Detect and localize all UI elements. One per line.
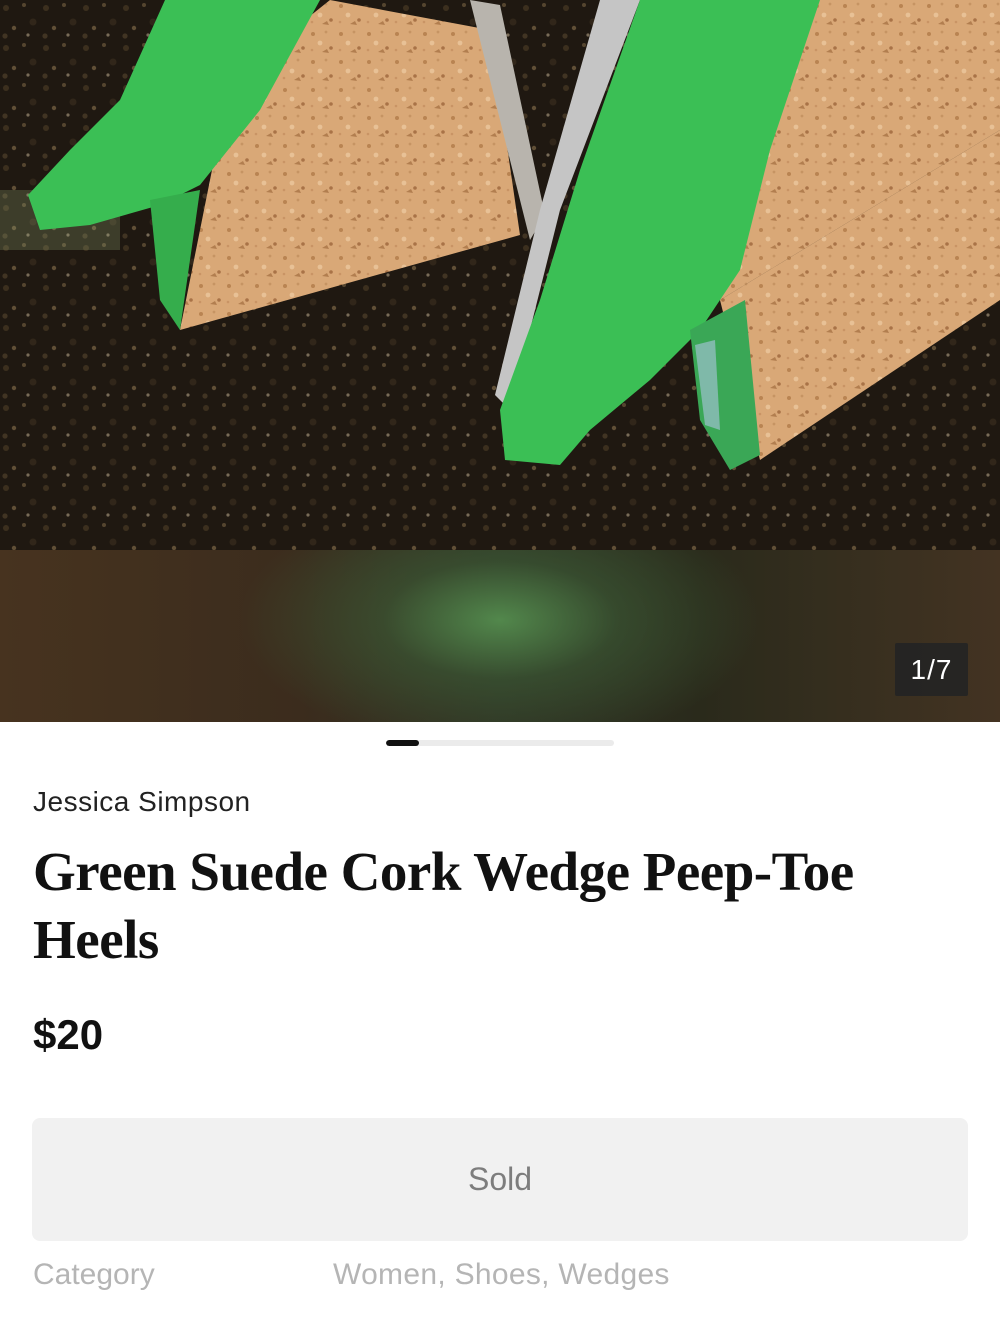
category-label: Category xyxy=(33,1258,155,1291)
photo-carousel[interactable]: 1/7 xyxy=(0,0,1000,722)
product-page: 1/7 Jessica Simpson Green Suede Cork Wed… xyxy=(0,0,1000,1333)
product-price: $20 xyxy=(33,1011,104,1058)
photo-blur-backdrop xyxy=(0,550,1000,722)
carousel-progress xyxy=(386,740,614,746)
image-counter: 1/7 xyxy=(895,643,968,696)
category-row: Category Women, Shoes, Wedges xyxy=(33,1258,973,1298)
shoe-photo-illustration xyxy=(0,0,1000,550)
product-photo[interactable] xyxy=(0,0,1000,550)
brand-name[interactable]: Jessica Simpson xyxy=(33,786,251,818)
carousel-progress-fill xyxy=(386,740,419,746)
product-title: Green Suede Cork Wedge Peep-Toe Heels xyxy=(33,841,854,970)
sold-button[interactable]: Sold xyxy=(32,1118,968,1241)
category-value[interactable]: Women, Shoes, Wedges xyxy=(333,1258,670,1292)
